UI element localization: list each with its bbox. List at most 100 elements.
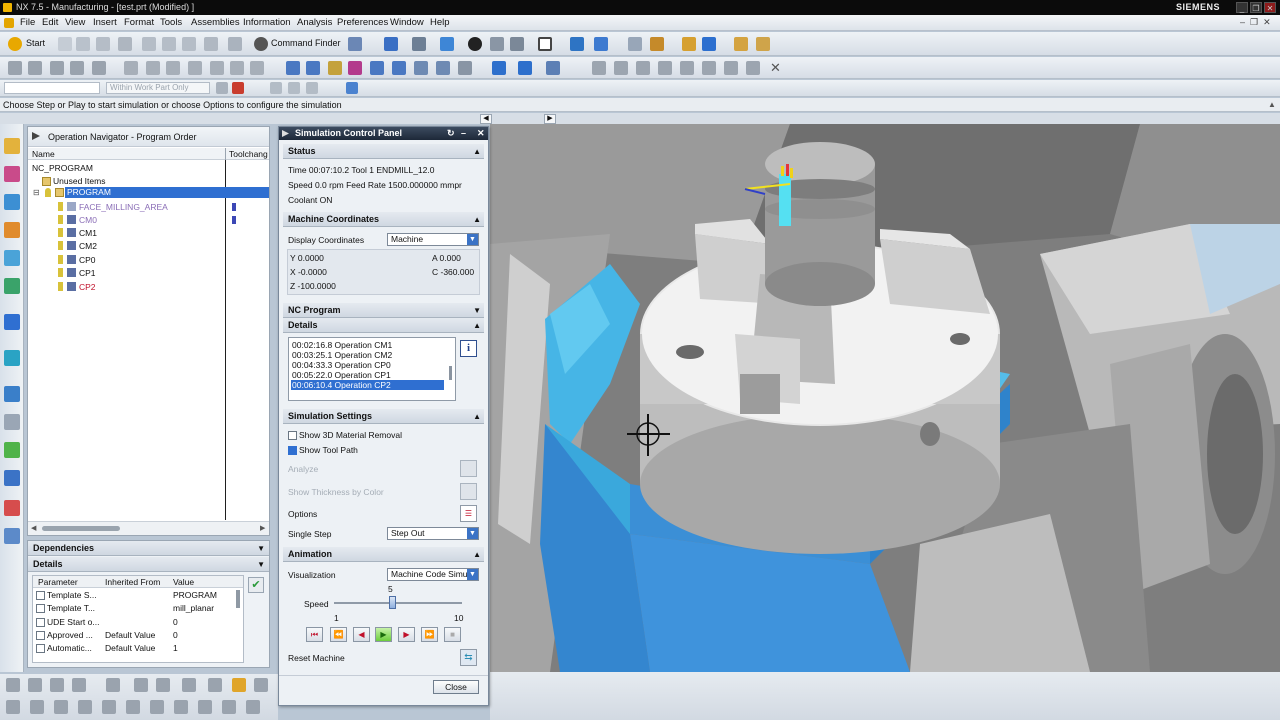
tree-root[interactable]: NC_PROGRAM [32, 163, 93, 173]
snap-icon-2[interactable] [614, 61, 628, 75]
start-button[interactable]: Start [26, 38, 45, 48]
scroll-left-icon[interactable]: ◀ [31, 524, 36, 532]
constraint-nav-icon[interactable] [4, 166, 20, 182]
refresh-icon[interactable]: ↻ [447, 127, 455, 140]
bottom-icon-11[interactable] [254, 678, 268, 692]
details-header[interactable]: Details ▼ [28, 557, 269, 572]
speed-slider-thumb[interactable] [388, 596, 396, 609]
save-icon[interactable] [96, 37, 110, 51]
status-collapse-icon[interactable]: ▲ [1268, 100, 1276, 109]
create-method-icon[interactable] [70, 61, 84, 75]
cut-icon[interactable] [142, 37, 156, 51]
bottom-icon-9[interactable] [208, 678, 222, 692]
sim-settings-header[interactable]: Simulation Settings ▲ [283, 409, 484, 424]
arrow-icon[interactable] [702, 37, 716, 51]
single-step-dropdown[interactable]: Step Out ▼ [387, 527, 479, 540]
bottom-icon-22[interactable] [246, 700, 260, 714]
show-3d-checkbox[interactable]: Show 3D Material Removal [288, 430, 402, 441]
snap-icon-3[interactable] [636, 61, 650, 75]
generate-icon[interactable] [124, 61, 138, 75]
app-menu-icon[interactable] [4, 18, 14, 28]
filter-reset-icon[interactable] [216, 82, 228, 94]
reuse-library-icon[interactable] [4, 222, 20, 238]
part-nav-icon[interactable] [4, 194, 20, 210]
bottom-icon-3[interactable] [50, 678, 64, 692]
shaded-icon[interactable] [440, 37, 454, 51]
step-back-op-button[interactable]: ⏪ [330, 627, 347, 642]
info-icon[interactable]: i [460, 340, 477, 357]
machine-coords-header[interactable]: Machine Coordinates ▲ [283, 212, 484, 227]
palette-icon[interactable] [4, 528, 20, 544]
select-arrow-2-icon[interactable] [518, 61, 532, 75]
bottom-icon-18[interactable] [150, 700, 164, 714]
undo-icon[interactable] [228, 37, 242, 51]
selection-icon[interactable] [348, 37, 362, 51]
create-geometry-icon[interactable] [50, 61, 64, 75]
menu-edit[interactable]: Edit [42, 17, 58, 28]
snap-icon-5[interactable] [680, 61, 694, 75]
bottom-icon-19[interactable] [174, 700, 188, 714]
cam-icon-8[interactable] [436, 61, 450, 75]
chevron-up-icon[interactable]: ▲ [473, 409, 481, 424]
graphics-window[interactable] [490, 124, 1280, 672]
sel-icon-1[interactable] [270, 82, 282, 94]
process-studio-icon[interactable] [4, 386, 20, 402]
bottom-icon-14[interactable] [54, 700, 68, 714]
menu-analysis[interactable]: Analysis [297, 17, 332, 28]
post-icon[interactable] [230, 61, 244, 75]
system-materials-icon[interactable] [4, 350, 20, 366]
rewind-to-start-button[interactable]: ⏮ [306, 627, 323, 642]
analyze-icon[interactable] [460, 460, 477, 477]
wcs-icon[interactable] [570, 37, 584, 51]
list-item-selected[interactable]: 00:06:10.4 Operation CP2 [291, 380, 444, 390]
row-checkbox[interactable] [36, 618, 45, 628]
play-button[interactable]: ▶ [375, 627, 392, 642]
simulate-icon[interactable] [210, 61, 224, 75]
col-name[interactable]: Name [32, 149, 55, 159]
thickness-icon[interactable] [460, 483, 477, 500]
pin-icon[interactable] [32, 132, 40, 140]
checkbox-box[interactable] [288, 446, 297, 456]
step-forward-op-button[interactable]: ⏩ [421, 627, 438, 642]
menu-preferences[interactable]: Preferences [337, 17, 388, 28]
display-coords-dropdown[interactable]: Machine ▼ [387, 233, 479, 246]
close-dialog-icon[interactable]: ✕ [477, 127, 485, 140]
horizontal-scrollbar[interactable]: ◀ ▶ [28, 521, 269, 535]
type-filter-dropdown[interactable] [4, 82, 100, 94]
ruler-icon[interactable] [734, 37, 748, 51]
chevron-up-icon[interactable]: ▲ [473, 318, 481, 333]
menu-view[interactable]: View [65, 17, 85, 28]
show-toolpath-checkbox[interactable]: Show Tool Path [288, 445, 358, 456]
sim-details-header[interactable]: Details ▲ [283, 318, 484, 333]
bottom-icon-6[interactable] [134, 678, 148, 692]
replay-icon[interactable] [146, 61, 160, 75]
snap-point-icon[interactable] [232, 82, 244, 94]
bottom-icon-13[interactable] [30, 700, 44, 714]
cam-icon-1[interactable] [286, 61, 300, 75]
step-back-button[interactable]: ◀ [353, 627, 370, 642]
menu-window-controls[interactable]: – ❐ ✕ [1240, 17, 1271, 28]
table-scroll-thumb[interactable] [236, 590, 240, 608]
nc-program-header[interactable]: NC Program ▼ [283, 303, 484, 318]
list-item[interactable]: 00:04:33.3 Operation CP0 [292, 360, 391, 370]
col-value[interactable]: Value [173, 577, 194, 587]
scroll-right-icon[interactable]: ▶ [260, 524, 265, 532]
print-icon[interactable] [118, 37, 132, 51]
bottom-icon-21[interactable] [222, 700, 236, 714]
minimize-dialog-icon[interactable]: – [461, 127, 466, 140]
scroll-thumb[interactable] [42, 526, 120, 531]
check-icon[interactable]: ✔ [248, 577, 264, 593]
command-finder-button[interactable]: Command Finder [271, 38, 341, 48]
visualization-dropdown[interactable]: Machine Code Simu ▼ [387, 568, 479, 581]
list-item[interactable]: 00:05:22.0 Operation CP1 [292, 370, 391, 380]
machine-tool-nav-icon[interactable] [4, 470, 20, 486]
verify-icon[interactable] [188, 61, 202, 75]
create-operation-icon[interactable] [92, 61, 106, 75]
bottom-icon-20[interactable] [198, 700, 212, 714]
chevron-down-icon[interactable]: ▼ [257, 541, 265, 556]
clear-icon[interactable]: ✕ [770, 60, 781, 76]
snap-icon-8[interactable] [746, 61, 760, 75]
dependencies-header[interactable]: Dependencies ▼ [28, 541, 269, 556]
history-icon[interactable] [4, 314, 20, 330]
open-icon[interactable] [76, 37, 90, 51]
